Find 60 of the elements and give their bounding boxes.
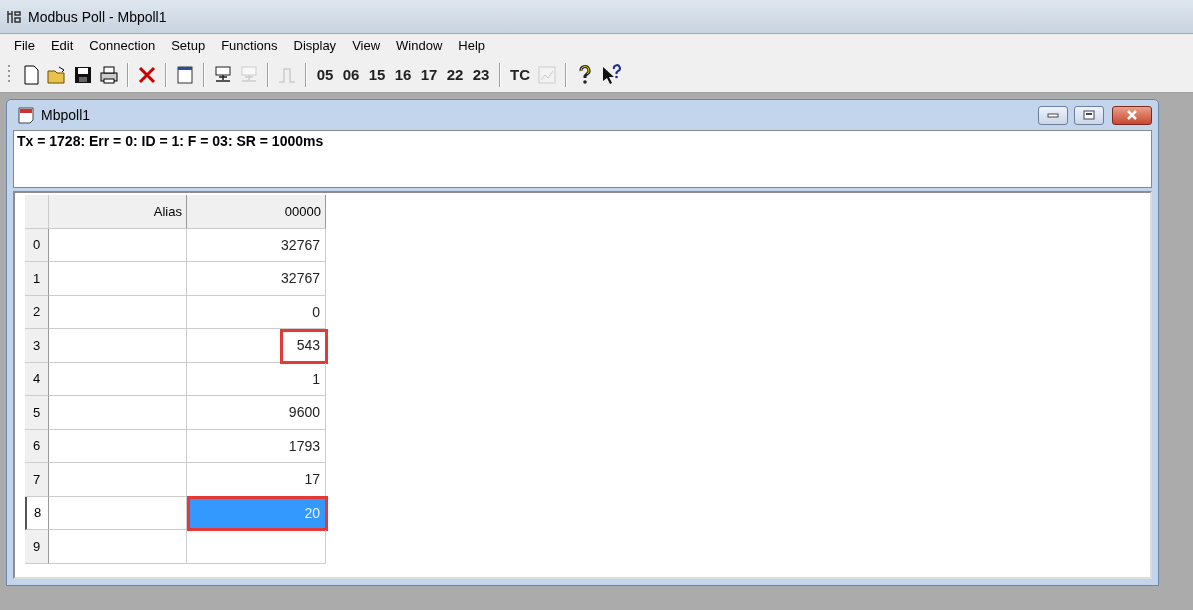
- close-icon: [1126, 110, 1138, 120]
- column-header[interactable]: Alias: [49, 195, 187, 229]
- corner-header: [25, 195, 49, 229]
- alias-cell[interactable]: [49, 530, 187, 564]
- function-button[interactable]: 05: [313, 61, 337, 88]
- alias-cell[interactable]: [49, 228, 187, 262]
- value-cell[interactable]: 543: [187, 329, 326, 363]
- maximize-icon: [1083, 110, 1095, 120]
- function-button[interactable]: 06: [339, 61, 363, 88]
- row-header[interactable]: 3: [25, 329, 49, 363]
- row-header[interactable]: 1: [25, 262, 49, 296]
- document-icon: [17, 106, 35, 124]
- value-cell[interactable]: 1793: [187, 429, 326, 463]
- menu-item[interactable]: Window: [388, 38, 451, 53]
- alias-cell[interactable]: [49, 496, 187, 530]
- row-header[interactable]: 8: [25, 496, 49, 530]
- minimize-icon: [1047, 112, 1059, 118]
- function-button[interactable]: 17: [417, 61, 441, 88]
- menu-item[interactable]: File: [6, 38, 43, 53]
- status-text: Tx = 1728: Err = 0: ID = 1: F = 03: SR = 1000ms: [17, 133, 324, 149]
- column-header[interactable]: 00000: [187, 195, 326, 229]
- window-title: Modbus Poll - Mbpoll1: [28, 8, 167, 25]
- alias-cell[interactable]: [49, 463, 187, 497]
- value-cell[interactable]: 1: [187, 362, 326, 396]
- menu-item[interactable]: Display: [285, 38, 345, 53]
- function-button[interactable]: 22: [443, 61, 467, 88]
- menu-item[interactable]: Help: [450, 38, 494, 53]
- value-cell[interactable]: 32767: [187, 262, 326, 296]
- row-header[interactable]: 4: [25, 362, 49, 396]
- row-header[interactable]: 6: [25, 429, 49, 463]
- function-button[interactable]: TC: [507, 61, 533, 88]
- menu-item[interactable]: Functions: [213, 38, 286, 53]
- value-cell[interactable]: 32767: [187, 228, 326, 262]
- row-header[interactable]: 0: [25, 228, 49, 262]
- function-button[interactable]: 23: [469, 61, 493, 88]
- row-header[interactable]: 7: [25, 463, 49, 497]
- close-button[interactable]: [1112, 105, 1152, 125]
- menu-item[interactable]: Edit: [42, 38, 82, 53]
- menu-item[interactable]: View: [344, 38, 389, 53]
- menu-item[interactable]: Setup: [163, 38, 214, 53]
- menu-item[interactable]: Connection: [81, 38, 164, 53]
- row-header[interactable]: 9: [25, 530, 49, 564]
- alias-cell[interactable]: [49, 362, 187, 396]
- value-cell[interactable]: [187, 530, 326, 564]
- row-header[interactable]: 2: [25, 295, 49, 329]
- value-cell[interactable]: 0: [187, 295, 326, 329]
- value-cell[interactable]: 9600: [187, 396, 326, 430]
- row-header[interactable]: 5: [25, 396, 49, 430]
- alias-cell[interactable]: [49, 329, 187, 363]
- app-icon: [6, 8, 22, 25]
- alias-cell[interactable]: [49, 429, 187, 463]
- maximize-button[interactable]: [1074, 105, 1104, 125]
- alias-cell[interactable]: [49, 262, 187, 296]
- value-cell[interactable]: 17: [187, 463, 326, 497]
- child-window-title: Mbpoll1: [41, 107, 91, 123]
- alias-cell[interactable]: [49, 295, 187, 329]
- function-button[interactable]: 16: [391, 61, 415, 88]
- alias-cell[interactable]: [49, 396, 187, 430]
- minimize-button[interactable]: [1038, 105, 1068, 125]
- function-button[interactable]: 15: [365, 61, 389, 88]
